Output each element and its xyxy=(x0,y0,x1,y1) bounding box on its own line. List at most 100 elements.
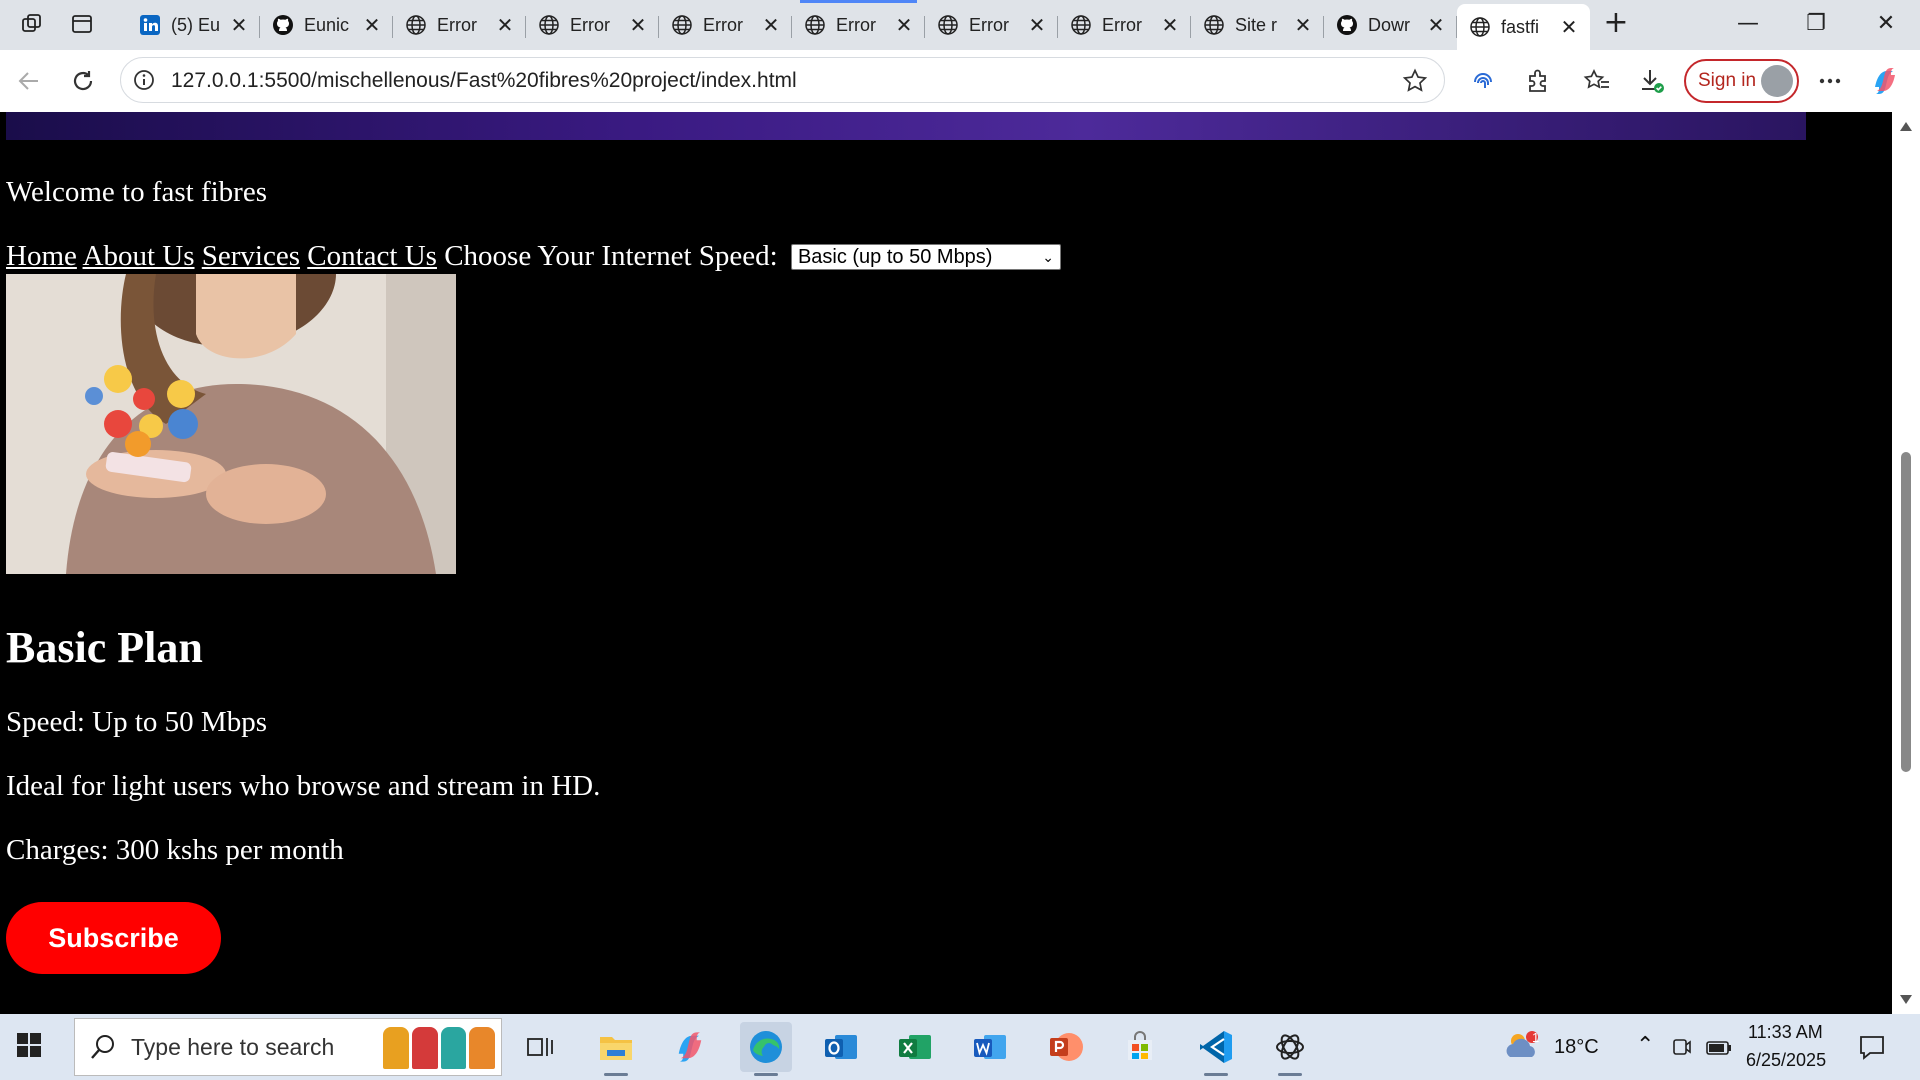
close-icon[interactable]: ✕ xyxy=(1427,13,1445,37)
browser-tab[interactable]: Error ✕ xyxy=(925,4,1058,46)
file-explorer-icon[interactable] xyxy=(590,1022,642,1076)
extensions-icon[interactable] xyxy=(1521,64,1555,98)
close-icon[interactable]: ✕ xyxy=(230,13,248,37)
linkedin-icon xyxy=(139,14,161,36)
tab-title: Error xyxy=(1102,14,1142,35)
close-icon[interactable]: ✕ xyxy=(1560,15,1578,39)
workspaces-icon[interactable] xyxy=(18,10,46,38)
scroll-up-icon[interactable] xyxy=(1900,122,1912,131)
url-text: 127.0.0.1:5500/mischellenous/Fast%20fibr… xyxy=(171,69,797,92)
plan-description: Ideal for light users who browse and str… xyxy=(6,770,601,802)
browser-tab[interactable]: Error ✕ xyxy=(659,4,792,46)
nav-services-link[interactable]: Services xyxy=(202,240,300,272)
github-icon xyxy=(272,14,294,36)
refresh-button[interactable] xyxy=(66,64,100,98)
plan-speed: Speed: Up to 50 Mbps xyxy=(6,706,267,738)
minimize-button[interactable]: — xyxy=(1728,8,1768,40)
browser-tab-strip: (5) Eu ✕ Eunic ✕ Error ✕ Error ✕ Error ✕ Error ✕ Err… xyxy=(0,0,1920,50)
close-icon[interactable]: ✕ xyxy=(629,13,647,37)
close-icon[interactable]: ✕ xyxy=(1161,13,1179,37)
tab-title: (5) Eu xyxy=(171,14,221,35)
new-tab-button[interactable]: + xyxy=(1600,8,1632,40)
browser-toolbar: 127.0.0.1:5500/mischellenous/Fast%20fibr… xyxy=(0,50,1920,112)
browser-tab[interactable]: Dowr ✕ xyxy=(1324,4,1457,46)
clock-date[interactable]: 6/25/2025 xyxy=(1746,1050,1826,1071)
back-button[interactable] xyxy=(12,64,46,98)
tab-title: Error xyxy=(570,14,610,35)
word-icon[interactable] xyxy=(964,1022,1016,1072)
nav-home-link[interactable]: Home xyxy=(6,240,77,272)
close-icon[interactable]: ✕ xyxy=(496,13,514,37)
scroll-thumb[interactable] xyxy=(1901,452,1911,772)
windows-start-icon[interactable] xyxy=(16,1032,42,1062)
tab-title: Error xyxy=(836,14,876,35)
hero-image xyxy=(6,274,456,574)
browser-tab[interactable]: Error ✕ xyxy=(1058,4,1191,46)
speed-select[interactable]: Basic (up to 50 Mbps) ⌄ xyxy=(790,244,1061,270)
edge-browser-icon[interactable] xyxy=(740,1022,792,1076)
copilot-icon[interactable] xyxy=(1868,64,1902,98)
task-view-icon[interactable] xyxy=(514,1022,566,1072)
browser-tab[interactable]: fastfi ✕ xyxy=(1457,4,1590,50)
vscode-icon[interactable] xyxy=(1190,1022,1242,1076)
chevron-up-icon[interactable]: ⌃ xyxy=(1636,1032,1654,1058)
copilot-app-icon[interactable] xyxy=(664,1022,716,1072)
welcome-text: Welcome to fast fibres xyxy=(6,176,267,208)
browser-tab[interactable]: Eunic ✕ xyxy=(260,4,393,46)
tab-title: Eunic xyxy=(304,14,350,35)
avatar xyxy=(1761,65,1793,97)
sign-in-label: Sign in xyxy=(1698,70,1757,91)
page-scrollbar[interactable] xyxy=(1892,112,1920,1014)
favorite-star-icon[interactable] xyxy=(1402,68,1428,98)
scroll-down-icon[interactable] xyxy=(1900,995,1912,1004)
nav-contact-link[interactable]: Contact Us xyxy=(307,240,437,272)
browser-tab[interactable]: Site r ✕ xyxy=(1191,4,1324,46)
close-icon[interactable]: ✕ xyxy=(762,13,780,37)
tab-title: Site r xyxy=(1235,14,1278,35)
battery-icon[interactable] xyxy=(1706,1040,1732,1059)
microsoft-store-icon[interactable] xyxy=(1114,1022,1166,1072)
nav-about-link[interactable]: About Us xyxy=(83,240,195,272)
favorites-icon[interactable] xyxy=(1580,64,1614,98)
meet-now-icon[interactable] xyxy=(1672,1036,1692,1062)
downloads-icon[interactable] xyxy=(1635,64,1669,98)
restore-button[interactable]: ❐ xyxy=(1796,8,1836,40)
chatgpt-icon[interactable] xyxy=(1264,1022,1316,1076)
tab-actions-icon[interactable] xyxy=(68,10,96,38)
page-viewport: Welcome to fast fibres Home About Us Ser… xyxy=(6,112,1892,1014)
globe-icon xyxy=(1469,16,1491,38)
main-nav: Home About Us Services Contact Us Choose… xyxy=(6,240,1061,273)
globe-icon xyxy=(405,14,427,36)
weather-temperature[interactable]: 18°C xyxy=(1554,1036,1599,1059)
address-bar[interactable]: 127.0.0.1:5500/mischellenous/Fast%20fibr… xyxy=(120,57,1445,103)
browser-tab[interactable]: Error ✕ xyxy=(792,0,925,46)
tab-title: Dowr xyxy=(1368,14,1411,35)
tab-title: Error xyxy=(969,14,1009,35)
speed-select-value: Basic (up to 50 Mbps) xyxy=(797,246,993,268)
excel-icon[interactable] xyxy=(889,1022,941,1072)
site-info-icon[interactable] xyxy=(133,69,155,95)
browser-tab[interactable]: Error ✕ xyxy=(393,4,526,46)
close-icon[interactable]: ✕ xyxy=(1294,13,1312,37)
fingerprint-icon[interactable] xyxy=(1466,64,1500,98)
close-icon[interactable]: ✕ xyxy=(1028,13,1046,37)
close-icon[interactable]: ✕ xyxy=(363,13,381,37)
weather-icon[interactable] xyxy=(1496,1022,1548,1072)
outlook-icon[interactable] xyxy=(815,1022,867,1072)
browser-tab[interactable]: (5) Eu ✕ xyxy=(127,4,260,46)
taskbar-search-input[interactable]: Type here to search xyxy=(74,1018,502,1076)
chevron-down-icon: ⌄ xyxy=(1042,249,1054,265)
header-banner xyxy=(6,112,1806,140)
browser-tab[interactable]: Error ✕ xyxy=(526,4,659,46)
close-icon[interactable]: ✕ xyxy=(895,13,913,37)
subscribe-button[interactable]: Subscribe xyxy=(6,902,221,974)
tab-title: Error xyxy=(437,14,477,35)
powerpoint-icon[interactable] xyxy=(1040,1022,1092,1072)
github-icon xyxy=(1336,14,1358,36)
close-window-button[interactable]: ✕ xyxy=(1866,8,1906,40)
sign-in-button[interactable]: Sign in xyxy=(1684,59,1799,103)
notifications-icon[interactable] xyxy=(1858,1034,1886,1064)
clock-time[interactable]: 11:33 AM xyxy=(1748,1022,1823,1043)
more-options-icon[interactable] xyxy=(1813,64,1847,98)
globe-icon xyxy=(804,14,826,36)
